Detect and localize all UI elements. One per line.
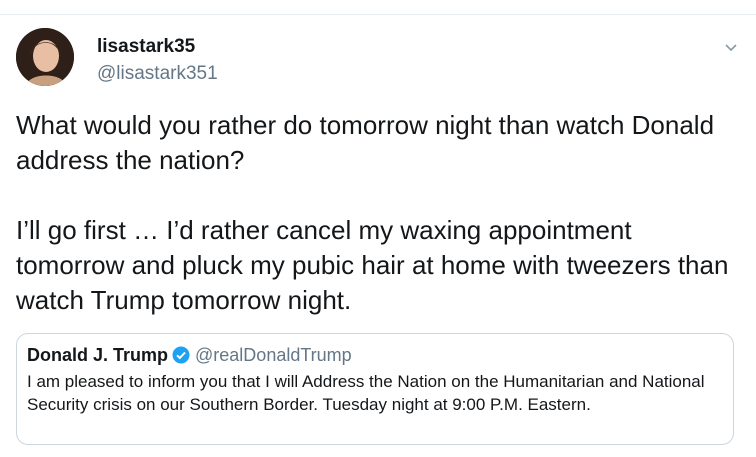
author-handle[interactable]: @lisastark351	[97, 63, 218, 85]
chevron-down-icon[interactable]	[724, 40, 738, 54]
quoted-author-name: Donald J. Trump	[27, 344, 169, 365]
quoted-author-handle: @realDonaldTrump	[195, 344, 352, 365]
quoted-tweet-text: I am pleased to inform you that I will A…	[27, 372, 705, 414]
avatar-photo	[16, 28, 74, 86]
verified-badge-icon	[172, 346, 190, 364]
tweet-paragraph: What would you rather do tomorrow night …	[16, 110, 715, 175]
quoted-tweet-header: Donald J. Trump @realDonaldTrump	[27, 343, 723, 367]
tweet-text: What would you rather do tomorrow night …	[16, 108, 741, 318]
author-name[interactable]: lisastark35	[97, 36, 195, 58]
avatar[interactable]	[16, 28, 74, 86]
top-divider	[0, 14, 756, 15]
quoted-tweet-card[interactable]: Donald J. Trump @realDonaldTrump I am pl…	[16, 333, 734, 445]
tweet-paragraph: I’ll go first … I’d rather cancel my wax…	[16, 215, 729, 315]
